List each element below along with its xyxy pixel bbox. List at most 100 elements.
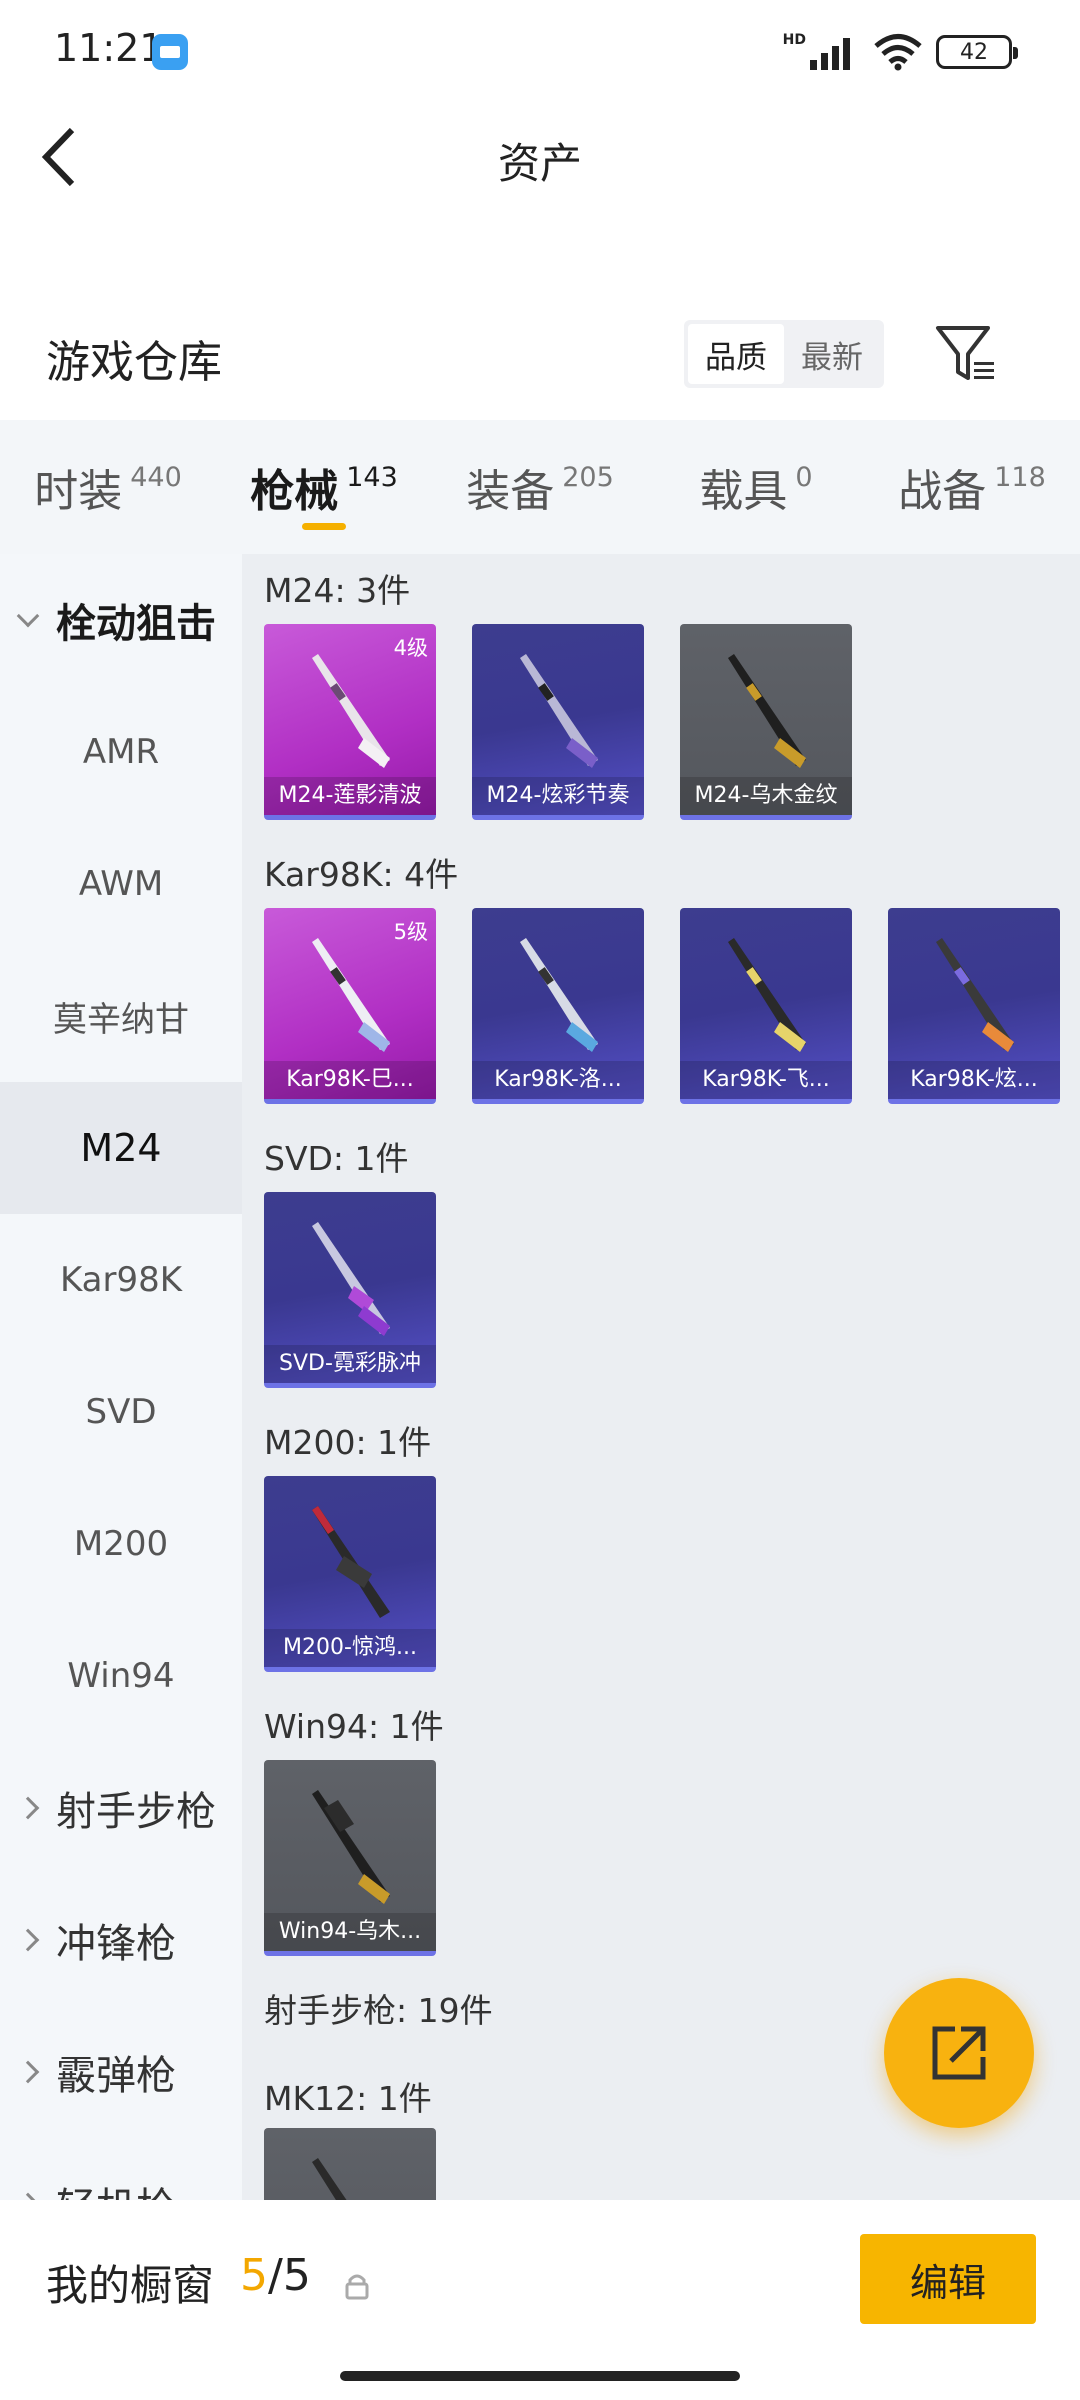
bottom-bar: 我的橱窗 5/5 编辑 <box>0 2200 1080 2400</box>
hd-label: HD <box>782 32 806 48</box>
tab-count: 0 <box>795 461 813 493</box>
sidebar-item-label: 冲锋枪 <box>56 1921 176 1967</box>
sidebar-item-kar98k[interactable]: Kar98K <box>0 1214 242 1346</box>
weapon-card[interactable]: Kar98K-飞... <box>680 908 852 1104</box>
tab-equipment[interactable]: 装备 205 <box>432 420 648 554</box>
signal-icon <box>810 38 850 70</box>
rifle-icon <box>520 938 598 1052</box>
sidebar-item-label: 莫辛纳甘 <box>53 999 189 1040</box>
status-time: 11:21 <box>54 26 164 70</box>
tab-label: 载具 <box>699 466 788 517</box>
weapon-name: Kar98K-巳... <box>264 1061 436 1099</box>
chevron-right-icon <box>16 2192 40 2200</box>
tab-supplies[interactable]: 战备 118 <box>864 420 1080 554</box>
sidebar-item-m24[interactable]: M24 <box>0 1082 242 1214</box>
tab-count: 118 <box>994 461 1046 493</box>
filter-button[interactable] <box>934 322 998 386</box>
weapon-card[interactable]: Kar98K-洛... <box>472 908 644 1104</box>
rifle-icon <box>312 654 390 768</box>
sidebar-item-amr[interactable]: AMR <box>0 686 242 818</box>
battery-level: 42 <box>960 39 988 65</box>
showcase-label: 我的橱窗 <box>46 2261 215 2310</box>
group-title: SVD: 1件 <box>264 1139 409 1178</box>
rifle-icon <box>312 1790 390 1904</box>
sidebar-item-smg[interactable]: 冲锋枪 <box>0 1874 242 2006</box>
weapon-grid: M24: 3件 4级 M24-莲影清波 M24-炫彩节奏 M24-乌木金纹 Ka… <box>242 554 1080 2200</box>
sidebar-item-label: M24 <box>80 1126 162 1170</box>
home-indicator[interactable] <box>340 2371 740 2381</box>
showcase-count: 5/5 <box>240 2250 311 2301</box>
weapon-card[interactable]: Win94-乌木... <box>264 1760 436 1956</box>
chevron-right-icon <box>16 2060 40 2084</box>
sort-quality-button[interactable]: 品质 <box>688 324 784 384</box>
weapon-name: Kar98K-飞... <box>680 1061 852 1099</box>
rifle-icon <box>312 2158 347 2200</box>
weapon-category-sidebar: 栓动狙击 AMR AWM 莫辛纳甘 M24 Kar98K SVD M200 Wi… <box>0 554 242 2200</box>
sidebar-item-label: AMR <box>82 732 160 772</box>
page-title: 资产 <box>497 139 582 188</box>
share-icon <box>932 2026 986 2080</box>
status-icons: HD 42 <box>782 30 1018 74</box>
weapon-name: Kar98K-炫... <box>888 1061 1060 1099</box>
active-tab-indicator <box>302 523 346 530</box>
rifle-icon <box>520 654 598 768</box>
weapon-name: M24-炫彩节奏 <box>472 777 644 815</box>
edit-button[interactable]: 编辑 <box>860 2234 1036 2324</box>
sidebar-item-label: Win94 <box>67 1656 175 1696</box>
share-button[interactable] <box>884 1978 1034 2128</box>
status-bar: 11:21 HD 42 <box>0 0 1080 100</box>
tab-label: 装备 <box>466 466 555 517</box>
tab-label: 时装 <box>34 466 123 517</box>
group-title: M200: 1件 <box>264 1423 432 1462</box>
sidebar-item-lmg[interactable]: 轻机枪 <box>0 2138 242 2200</box>
weapon-name: Win94-乌木... <box>264 1913 436 1951</box>
weapon-card[interactable]: M24-炫彩节奏 <box>472 624 644 820</box>
weapon-card[interactable]: 5级 Kar98K-巳... <box>264 908 436 1104</box>
group-title: 射手步枪: 19件 <box>264 1991 493 2030</box>
rifle-icon <box>312 1222 390 1336</box>
group-title: Win94: 1件 <box>264 1707 444 1746</box>
sidebar-item-mosin[interactable]: 莫辛纳甘 <box>0 950 242 1082</box>
sidebar-item-dmr[interactable]: 射手步枪 <box>0 1742 242 1874</box>
tab-fashion[interactable]: 时装 440 <box>0 420 216 554</box>
weapon-card[interactable]: Kar98K-炫... <box>888 908 1060 1104</box>
weapon-name: M24-莲影清波 <box>264 777 436 815</box>
tab-vehicles[interactable]: 载具 0 <box>648 420 864 554</box>
group-title: M24: 3件 <box>264 571 411 610</box>
sort-toggle: 品质 最新 <box>684 320 884 388</box>
weapon-card[interactable]: 4级 M24-莲影清波 <box>264 624 436 820</box>
rifle-icon <box>728 938 806 1052</box>
sidebar-item-label: AWM <box>78 864 164 904</box>
sidebar-item-label: 霰弹枪 <box>56 2053 176 2099</box>
weapon-card[interactable]: SVD-霓彩脉冲 <box>264 1192 436 1388</box>
weapon-card[interactable]: M200-惊鸿... <box>264 1476 436 1672</box>
sidebar-item-bolt-action[interactable]: 栓动狙击 <box>0 554 242 686</box>
chevron-right-icon <box>16 1796 40 1820</box>
weapon-name: Kar98K-洛... <box>472 1061 644 1099</box>
rifle-icon <box>936 938 1014 1052</box>
tab-label: 战备 <box>898 466 987 517</box>
chevron-down-icon <box>16 604 40 628</box>
lock-icon <box>345 2274 369 2300</box>
weapon-name: SVD-霓彩脉冲 <box>264 1345 436 1383</box>
sidebar-item-shotgun[interactable]: 霰弹枪 <box>0 2006 242 2138</box>
group-title: Kar98K: 4件 <box>264 855 459 894</box>
sidebar-item-awm[interactable]: AWM <box>0 818 242 950</box>
showcase-total: /5 <box>268 2250 311 2301</box>
tab-weapons[interactable]: 枪械 143 <box>216 420 432 554</box>
warehouse-title: 游戏仓库 <box>46 337 222 388</box>
chevron-right-icon <box>16 1928 40 1952</box>
sort-newest-button[interactable]: 最新 <box>784 324 880 384</box>
sidebar-item-label: 射手步枪 <box>56 1789 216 1835</box>
weapon-card[interactable]: M24-乌木金纹 <box>680 624 852 820</box>
weapon-card[interactable] <box>264 2128 436 2200</box>
sidebar-item-label: Kar98K <box>59 1260 183 1300</box>
sidebar-item-svd[interactable]: SVD <box>0 1346 242 1478</box>
weapon-name: M200-惊鸿... <box>264 1629 436 1667</box>
sidebar-item-win94[interactable]: Win94 <box>0 1610 242 1742</box>
sidebar-item-m200[interactable]: M200 <box>0 1478 242 1610</box>
tab-count: 205 <box>562 461 614 493</box>
tab-count: 440 <box>130 461 182 493</box>
sidebar-item-label: SVD <box>85 1392 157 1432</box>
group-title: MK12: 1件 <box>264 2079 432 2118</box>
